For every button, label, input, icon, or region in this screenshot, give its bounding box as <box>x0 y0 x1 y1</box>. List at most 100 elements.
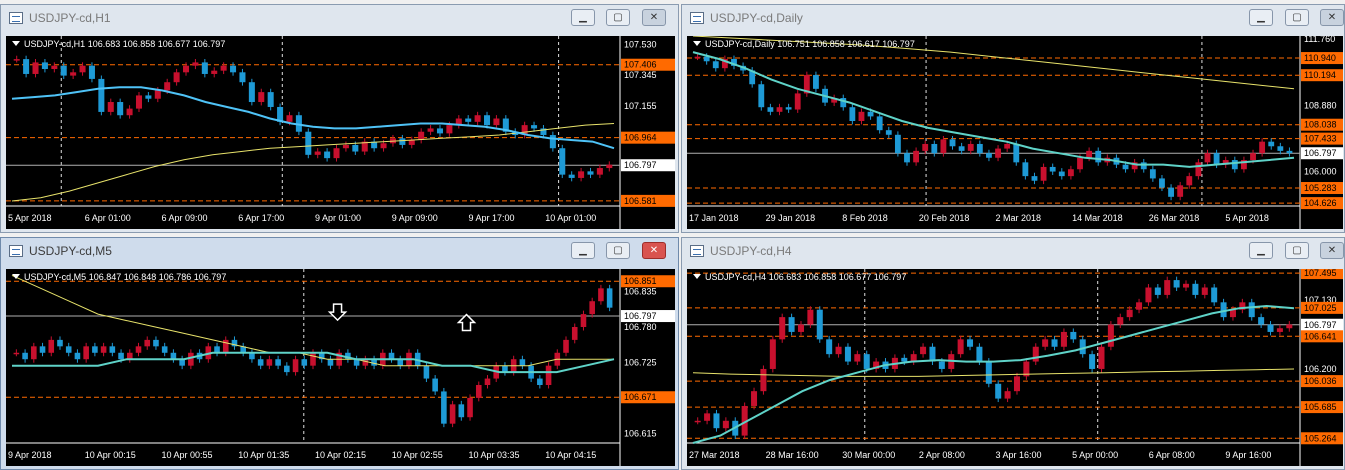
time-tick-label: 10 Apr 01:35 <box>238 450 289 460</box>
candle-body <box>493 118 500 126</box>
chart-area[interactable]: USDJPY-cd,H1 106.683 106.858 106.677 106… <box>6 36 675 229</box>
candle-body <box>1250 153 1256 161</box>
maximize-button[interactable]: ▢ <box>606 242 630 259</box>
candle-body <box>310 352 316 366</box>
minimize-button[interactable]: ▁ <box>1249 242 1273 259</box>
price-label: 107.433 <box>1304 134 1337 144</box>
price-tick-label: 106.835 <box>624 287 657 297</box>
candle-body <box>107 102 114 112</box>
candle-body <box>266 359 273 366</box>
candle-body <box>324 151 331 159</box>
close-button[interactable]: ✕ <box>1320 9 1344 26</box>
candle-body <box>760 368 767 392</box>
price-label: 110.940 <box>1304 53 1336 63</box>
time-tick-label: 6 Apr 01:00 <box>85 213 131 223</box>
candle-body <box>976 346 983 362</box>
price-label: 106.851 <box>624 276 657 286</box>
chart-area[interactable]: USDJPY-cd,Daily 106.751 106.858 106.617 … <box>687 36 1343 229</box>
price-tick-label: 107.155 <box>624 101 657 111</box>
ma-slow-line <box>11 123 615 202</box>
candle-body <box>1149 169 1156 179</box>
candle-body <box>1070 331 1077 340</box>
price-chart[interactable]: 111.760 108.880 106.000 110.940 110.194 108.0… <box>687 36 1343 229</box>
candle-body <box>1277 146 1284 151</box>
chart-window-h4[interactable]: USDJPY-cd,H4 ▁ ▢ ✕ USDJPY-cd,H4 106.683 … <box>681 237 1345 470</box>
close-button[interactable]: ✕ <box>642 242 666 259</box>
candle-body <box>904 153 910 163</box>
candle-body <box>920 346 927 355</box>
candle-body <box>1159 178 1165 188</box>
candle-body <box>545 365 552 385</box>
price-chart[interactable]: 107.130106.200107.495107.025106.797106.6… <box>687 269 1343 466</box>
price-label: 105.283 <box>1304 183 1337 193</box>
time-tick-label: 6 Apr 08:00 <box>1149 450 1195 460</box>
price-chart[interactable]: 106.835 106.780 106.725 106.615 106.851 106.7… <box>6 269 675 466</box>
window-titlebar[interactable]: USDJPY-cd,H4 ▁ ▢ ✕ <box>682 238 1344 264</box>
candle-body <box>751 391 758 406</box>
candle-body <box>1107 324 1114 347</box>
candle-body <box>901 357 908 362</box>
candle-body <box>519 359 526 366</box>
candle-body <box>267 92 274 107</box>
time-tick-label: 30 Mar 00:00 <box>842 450 895 460</box>
maximize-button[interactable]: ▢ <box>1285 242 1309 259</box>
candle-body <box>1079 339 1086 355</box>
chart-info: USDJPY-cd,H1 106.683 106.858 106.677 106… <box>12 39 225 49</box>
window-titlebar[interactable]: USDJPY-cd,Daily ▁ ▢ ✕ <box>682 5 1344 31</box>
time-tick-label: 2 Apr 08:00 <box>919 450 965 460</box>
close-button[interactable]: ✕ <box>642 9 666 26</box>
candle-body <box>1049 166 1056 172</box>
candle-body <box>813 75 819 89</box>
maximize-button[interactable]: ▢ <box>1285 9 1309 26</box>
time-tick-label: 17 Jan 2018 <box>689 213 739 223</box>
candle-body <box>1013 376 1020 392</box>
candle-body <box>863 354 870 369</box>
candle-body <box>913 150 920 163</box>
candle-body <box>333 148 340 159</box>
candle-body <box>48 339 55 353</box>
minimize-button[interactable]: ▁ <box>1249 9 1273 26</box>
candle-body <box>436 128 443 134</box>
candle-body <box>257 359 264 366</box>
dropdown-triangle-icon <box>12 274 20 279</box>
candle-body <box>449 404 456 424</box>
candle-body <box>949 139 956 147</box>
candle-body <box>192 62 199 66</box>
candle-body <box>1031 176 1038 181</box>
candle-body <box>441 391 447 424</box>
price-label: 105.264 <box>1304 433 1337 443</box>
candle-body <box>1004 143 1011 149</box>
price-chart[interactable]: 107.530 107.345 107.155 106.964 106.797 106.5… <box>6 36 675 229</box>
candle-body <box>1276 328 1283 332</box>
candle-body <box>713 413 720 429</box>
candle-body <box>126 108 133 116</box>
window-titlebar[interactable]: USDJPY-cd,M5 ▁ ▢ ✕ <box>1 238 678 264</box>
candle-body <box>704 413 711 421</box>
chart-window-icon <box>9 245 23 257</box>
close-button[interactable]: ✕ <box>1320 242 1344 259</box>
candle-body <box>153 339 159 347</box>
candle-body <box>1040 166 1047 181</box>
candle-body <box>135 346 142 353</box>
candle-body <box>1126 309 1133 318</box>
candle-body <box>858 111 865 121</box>
chart-area[interactable]: USDJPY-cd,H4 106.683 106.858 106.677 106… <box>687 269 1343 466</box>
maximize-button[interactable]: ▢ <box>606 9 630 26</box>
chart-info: USDJPY-cd,H4 106.683 106.858 106.677 106… <box>693 272 906 282</box>
window-titlebar[interactable]: USDJPY-cd,H1 ▁ ▢ ✕ <box>1 5 678 31</box>
candle-body <box>100 346 107 353</box>
chart-window-m5[interactable]: USDJPY-cd,M5 ▁ ▢ ✕ USDJPY-cd,M5 106.847 … <box>0 237 679 470</box>
candle-body <box>13 352 20 355</box>
candle-body <box>1213 153 1220 165</box>
minimize-button[interactable]: ▁ <box>571 242 595 259</box>
candle-body <box>807 309 814 325</box>
price-label: 106.797 <box>624 160 657 170</box>
candle-body <box>65 346 72 353</box>
minimize-button[interactable]: ▁ <box>571 9 595 26</box>
candle-body <box>1095 150 1102 163</box>
candle-body <box>92 346 98 353</box>
chart-window-h1[interactable]: USDJPY-cd,H1 ▁ ▢ ✕ USDJPY-cd,H1 106.683 … <box>0 4 679 233</box>
candle-body <box>1013 143 1020 163</box>
chart-window-daily[interactable]: USDJPY-cd,Daily ▁ ▢ ✕ USDJPY-cd,Daily 10… <box>681 4 1345 233</box>
chart-area[interactable]: USDJPY-cd,M5 106.847 106.848 106.786 106… <box>6 269 675 466</box>
